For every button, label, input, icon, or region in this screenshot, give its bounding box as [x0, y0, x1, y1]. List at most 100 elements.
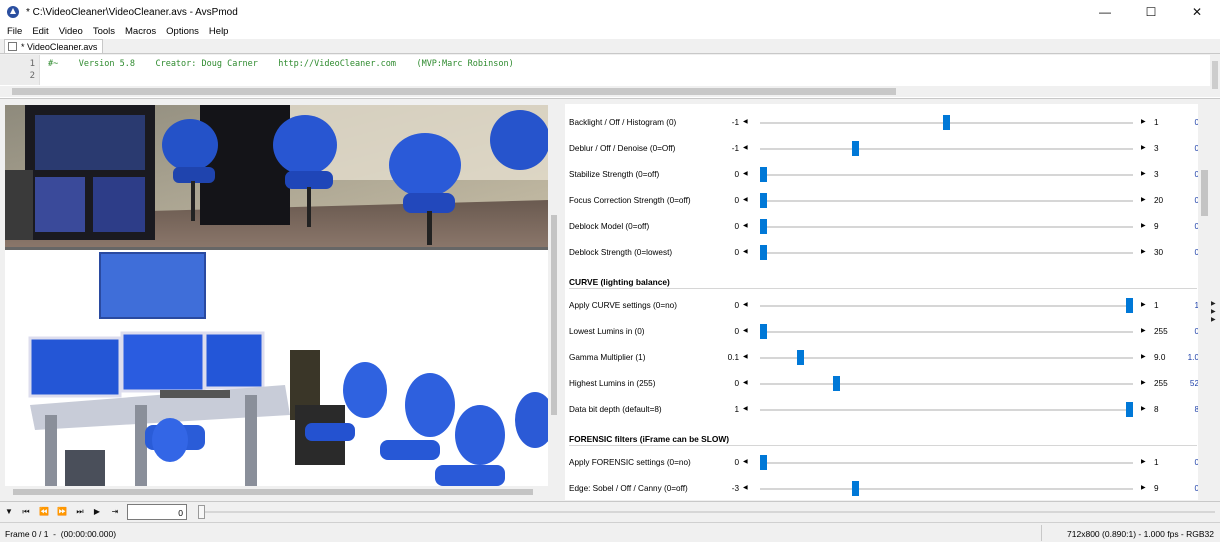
expand-right-icon[interactable]: ▶	[1211, 308, 1220, 316]
scrollbar-thumb[interactable]	[551, 215, 557, 415]
slider-track[interactable]	[760, 174, 1133, 176]
menu-video[interactable]: Video	[54, 26, 88, 37]
minimize-button[interactable]: —	[1082, 0, 1128, 24]
slider-thumb[interactable]	[760, 167, 767, 182]
play-icon[interactable]: ▶	[91, 507, 103, 517]
slider-value[interactable]: 0	[1170, 222, 1199, 231]
increment-arrow-icon[interactable]: ▶	[1141, 197, 1148, 204]
scrollbar-thumb[interactable]	[13, 489, 533, 495]
code-line[interactable]: #~ Version 5.8 Creator: Doug Carner http…	[48, 59, 514, 69]
slider-track[interactable]	[760, 148, 1133, 150]
slider-track[interactable]	[760, 252, 1133, 254]
increment-arrow-icon[interactable]: ▶	[1141, 171, 1148, 178]
sliders-vertical-scrollbar[interactable]	[1198, 104, 1211, 500]
decrement-arrow-icon[interactable]: ◀	[743, 145, 750, 152]
slider-track[interactable]	[760, 488, 1133, 490]
slider-value[interactable]: 52	[1170, 379, 1199, 388]
slider-value[interactable]: 1.0	[1170, 353, 1199, 362]
slider-track[interactable]	[760, 357, 1133, 359]
increment-arrow-icon[interactable]: ▶	[1141, 119, 1148, 126]
increment-arrow-icon[interactable]: ▶	[1141, 249, 1148, 256]
slider-thumb[interactable]	[852, 141, 859, 156]
decrement-arrow-icon[interactable]: ◀	[743, 119, 750, 126]
slider-value[interactable]: 0	[1170, 170, 1199, 179]
slider-thumb[interactable]	[943, 115, 950, 130]
menu-edit[interactable]: Edit	[27, 26, 53, 37]
first-frame-icon[interactable]: ⏮	[20, 507, 32, 517]
frame-number-input[interactable]: 0	[127, 504, 187, 520]
increment-arrow-icon[interactable]: ▶	[1141, 380, 1148, 387]
maximize-button[interactable]: ☐	[1128, 0, 1174, 24]
preview-vertical-scrollbar[interactable]	[548, 105, 560, 486]
slider-thumb[interactable]	[1126, 298, 1133, 313]
slider-thumb[interactable]	[760, 324, 767, 339]
decrement-arrow-icon[interactable]: ◀	[743, 171, 750, 178]
slider-track[interactable]	[760, 383, 1133, 385]
slider-thumb[interactable]	[760, 193, 767, 208]
dropdown-menu-icon[interactable]: ▼	[3, 507, 15, 517]
slider-value[interactable]: 0	[1170, 118, 1199, 127]
script-editor[interactable]: 1 2 #~ Version 5.8 Creator: Doug Carner …	[0, 55, 1220, 99]
slider-value[interactable]: 0	[1170, 327, 1199, 336]
slider-thumb[interactable]	[852, 481, 859, 496]
decrement-arrow-icon[interactable]: ◀	[743, 223, 750, 230]
menu-file[interactable]: File	[2, 26, 27, 37]
editor-vertical-scrollbar[interactable]	[1210, 55, 1220, 97]
scrollbar-thumb[interactable]	[1201, 170, 1208, 216]
menu-tools[interactable]: Tools	[88, 26, 120, 37]
scrollbar-thumb[interactable]	[12, 88, 896, 95]
close-button[interactable]: ✕	[1174, 0, 1220, 24]
slider-value[interactable]: 0	[1170, 144, 1199, 153]
slider-thumb[interactable]	[797, 350, 804, 365]
slider-value[interactable]: 0	[1170, 196, 1199, 205]
slider-thumb[interactable]	[760, 245, 767, 260]
increment-arrow-icon[interactable]: ▶	[1141, 302, 1148, 309]
goto-frame-icon[interactable]: ⇥	[109, 507, 121, 517]
decrement-arrow-icon[interactable]: ◀	[743, 197, 750, 204]
frame-slider-track[interactable]	[205, 511, 1215, 513]
menu-help[interactable]: Help	[204, 26, 234, 37]
increment-arrow-icon[interactable]: ▶	[1141, 145, 1148, 152]
scrollbar-thumb[interactable]	[1212, 61, 1218, 89]
decrement-arrow-icon[interactable]: ◀	[743, 406, 750, 413]
menu-options[interactable]: Options	[161, 26, 204, 37]
decrement-arrow-icon[interactable]: ◀	[743, 380, 750, 387]
slider-track[interactable]	[760, 200, 1133, 202]
expand-right-icon[interactable]: ▶	[1211, 300, 1220, 308]
slider-track[interactable]	[760, 305, 1133, 307]
increment-arrow-icon[interactable]: ▶	[1141, 328, 1148, 335]
decrement-arrow-icon[interactable]: ◀	[743, 302, 750, 309]
increment-arrow-icon[interactable]: ▶	[1141, 459, 1148, 466]
menu-macros[interactable]: Macros	[120, 26, 161, 37]
slider-value[interactable]: 0	[1170, 458, 1199, 467]
slider-track[interactable]	[760, 331, 1133, 333]
frame-slider-thumb[interactable]	[198, 505, 205, 519]
expand-right-icon[interactable]: ▶	[1211, 316, 1220, 324]
decrement-arrow-icon[interactable]: ◀	[743, 354, 750, 361]
decrement-arrow-icon[interactable]: ◀	[743, 249, 750, 256]
increment-arrow-icon[interactable]: ▶	[1141, 223, 1148, 230]
increment-arrow-icon[interactable]: ▶	[1141, 354, 1148, 361]
editor-horizontal-scrollbar[interactable]	[0, 86, 1210, 97]
slider-thumb[interactable]	[760, 455, 767, 470]
slider-thumb[interactable]	[760, 219, 767, 234]
slider-track[interactable]	[760, 226, 1133, 228]
decrement-arrow-icon[interactable]: ◀	[743, 485, 750, 492]
last-frame-icon[interactable]: ⏭	[74, 507, 86, 517]
slider-value[interactable]: 0	[1170, 484, 1199, 493]
step-forward-icon[interactable]: ⏩	[56, 507, 68, 517]
preview-horizontal-scrollbar[interactable]	[5, 486, 548, 498]
slider-value[interactable]: 8	[1170, 405, 1199, 414]
increment-arrow-icon[interactable]: ▶	[1141, 406, 1148, 413]
increment-arrow-icon[interactable]: ▶	[1141, 485, 1148, 492]
slider-value[interactable]: 0	[1170, 248, 1199, 257]
slider-thumb[interactable]	[1126, 402, 1133, 417]
decrement-arrow-icon[interactable]: ◀	[743, 328, 750, 335]
slider-value[interactable]: 1	[1170, 301, 1199, 310]
tab-videocleaner[interactable]: * VideoCleaner.avs	[4, 39, 104, 53]
decrement-arrow-icon[interactable]: ◀	[743, 459, 750, 466]
step-back-icon[interactable]: ⏪	[38, 507, 50, 517]
slider-track[interactable]	[760, 409, 1133, 411]
slider-track[interactable]	[760, 462, 1133, 464]
slider-thumb[interactable]	[833, 376, 840, 391]
